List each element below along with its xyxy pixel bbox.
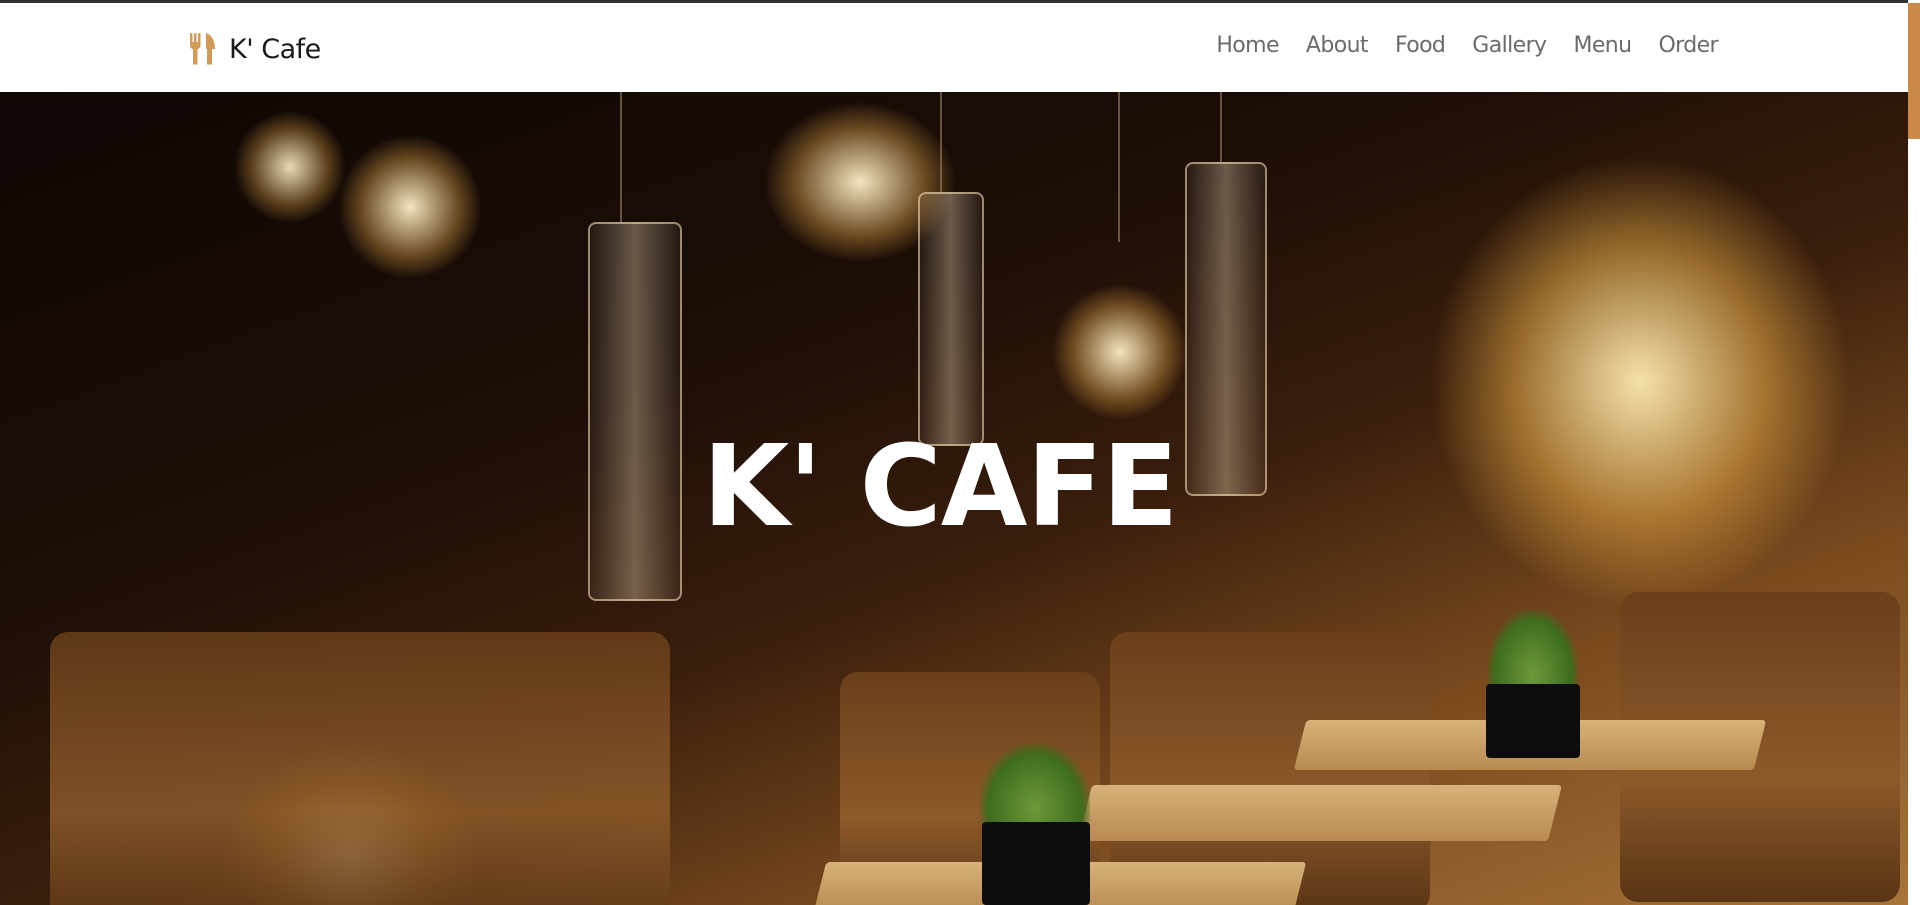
brand-name: K' Cafe: [229, 33, 321, 65]
fork-knife-icon: [189, 33, 217, 65]
nav-about[interactable]: About: [1306, 33, 1369, 58]
navbar: K' Cafe Home About Food Gallery Menu Ord…: [0, 3, 1908, 92]
hero-title: K' CAFE: [702, 422, 1179, 552]
nav-gallery[interactable]: Gallery: [1472, 33, 1547, 58]
hero-banner: K' CAFE: [0, 92, 1908, 905]
nav-home[interactable]: Home: [1216, 33, 1279, 58]
main-nav: Home About Food Gallery Menu Order: [1216, 33, 1718, 58]
nav-food[interactable]: Food: [1395, 33, 1446, 58]
brand-link[interactable]: K' Cafe: [189, 29, 321, 69]
nav-order[interactable]: Order: [1658, 33, 1718, 58]
scrollbar-thumb[interactable]: [1908, 3, 1920, 139]
nav-menu[interactable]: Menu: [1573, 33, 1632, 58]
